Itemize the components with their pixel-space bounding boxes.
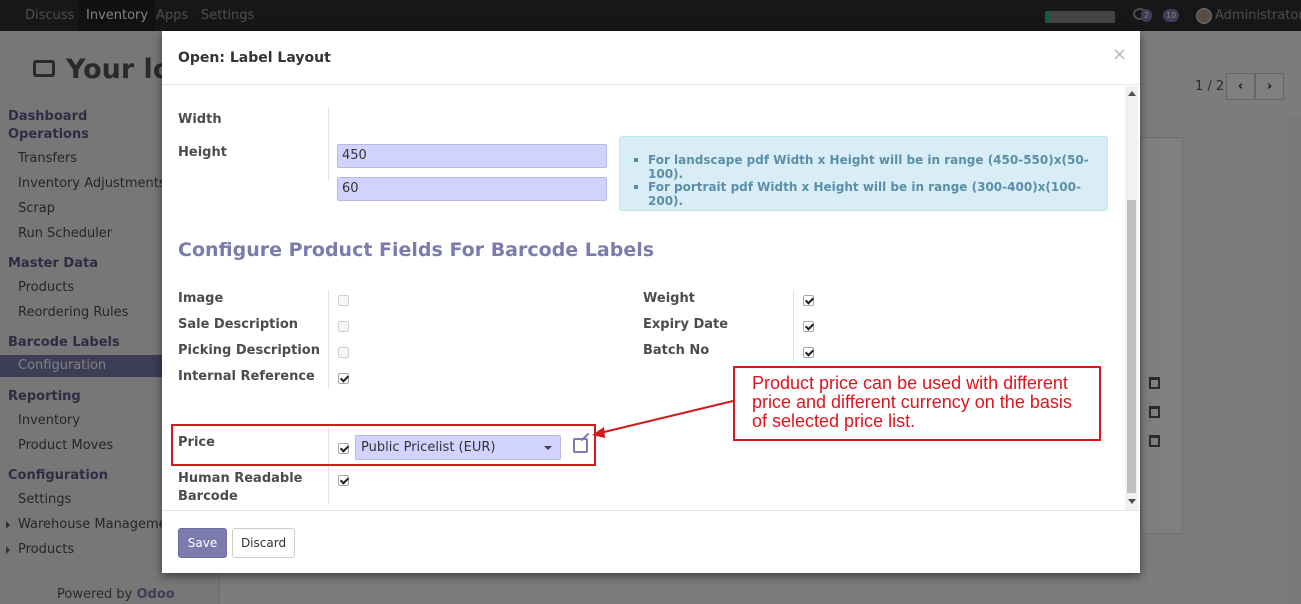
image-label: Image	[178, 291, 224, 306]
bullet-icon	[634, 185, 638, 189]
dialog-body: Width Height 450 60 For landscape pdf Wi…	[162, 86, 1140, 510]
dialog-scrollbar[interactable]	[1125, 86, 1138, 510]
divider	[793, 290, 794, 362]
save-button[interactable]: Save	[178, 528, 227, 558]
close-icon[interactable]: ×	[1112, 44, 1127, 65]
dialog-footer: Save Discard	[162, 510, 1140, 573]
human-readable-checkbox[interactable]	[338, 475, 349, 486]
info-alert: For landscape pdf Width x Height will be…	[619, 136, 1108, 211]
discard-button[interactable]: Discard	[232, 528, 295, 558]
bullet-icon	[634, 158, 638, 162]
sale-description-label: Sale Description	[178, 317, 299, 332]
internal-reference-label: Internal Reference	[178, 369, 315, 384]
human-readable-label: Human Readable	[178, 471, 303, 486]
height-input[interactable]: 60	[337, 177, 607, 201]
scroll-down-icon[interactable]	[1128, 499, 1136, 504]
barcode-label: Barcode	[178, 489, 238, 504]
info-portrait: For portrait pdf Width x Height will be …	[648, 180, 1081, 208]
image-checkbox[interactable]	[338, 295, 349, 306]
internal-reference-checkbox[interactable]	[338, 373, 349, 384]
weight-label: Weight	[643, 291, 695, 306]
divider	[328, 108, 329, 180]
width-input[interactable]: 450	[337, 144, 607, 168]
label-layout-dialog: Open: Label Layout × Width Height 450 60…	[162, 31, 1140, 573]
divider	[328, 290, 329, 388]
batch-no-label: Batch No	[643, 343, 710, 358]
expiry-date-label: Expiry Date	[643, 317, 729, 332]
height-label: Height	[178, 145, 227, 160]
annotation-callout: Product price can be used with different…	[733, 366, 1101, 441]
highlight-box	[171, 424, 596, 466]
dialog-title: Open: Label Layout	[178, 50, 331, 66]
dialog-header: Open: Label Layout ×	[162, 31, 1140, 85]
batch-no-checkbox[interactable]	[803, 347, 814, 358]
scrollbar-thumb[interactable]	[1127, 200, 1136, 493]
weight-checkbox[interactable]	[803, 295, 814, 306]
sale-description-checkbox[interactable]	[338, 321, 349, 332]
info-landscape: For landscape pdf Width x Height will be…	[648, 153, 1089, 181]
picking-description-label: Picking Description	[178, 343, 320, 358]
width-label: Width	[178, 112, 222, 127]
picking-description-checkbox[interactable]	[338, 347, 349, 358]
section-title: Configure Product Fields For Barcode Lab…	[178, 239, 655, 261]
expiry-date-checkbox[interactable]	[803, 321, 814, 332]
annotation-arrow	[592, 400, 734, 438]
scroll-up-icon[interactable]	[1128, 91, 1136, 96]
